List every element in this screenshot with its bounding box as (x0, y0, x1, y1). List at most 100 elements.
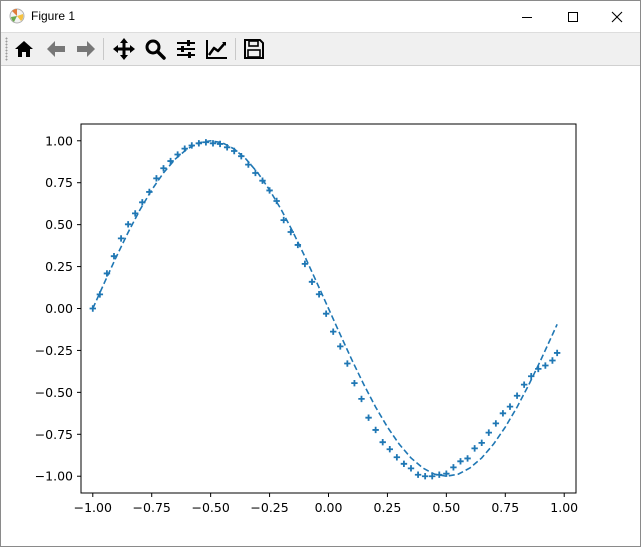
plus-marker-point (457, 458, 464, 465)
plus-marker-point (330, 328, 337, 335)
plus-marker-point (344, 360, 351, 367)
navigation-toolbar (1, 33, 640, 66)
arrow-left-icon (47, 41, 65, 57)
plus-marker-point (266, 187, 273, 194)
window-title: Figure 1 (31, 9, 76, 23)
plus-marker-point (167, 157, 174, 165)
plus-marker-point (506, 403, 514, 410)
back-button[interactable] (43, 36, 69, 62)
y-tick-label: −0.75 (35, 427, 73, 442)
plus-marker-point (478, 439, 485, 447)
plus-marker-point (379, 438, 386, 446)
plus-marker-point (400, 460, 408, 468)
y-tick-label: −0.50 (35, 385, 73, 400)
forward-button[interactable] (73, 36, 99, 62)
floppy-disk-icon (244, 39, 264, 59)
plus-marker-point (146, 188, 153, 196)
plus-marker-point (393, 454, 401, 461)
save-button[interactable] (241, 36, 267, 62)
plus-marker-series (89, 139, 561, 480)
y-tick-label: −1.00 (35, 469, 73, 484)
plus-marker-point (195, 140, 203, 147)
x-tick-label: 0.75 (491, 500, 519, 515)
plus-marker-point (414, 471, 422, 478)
y-tick-label: −0.25 (35, 343, 73, 358)
title-bar[interactable]: Figure 1 (1, 1, 640, 33)
plus-marker-point (231, 147, 238, 155)
zoom-button[interactable] (142, 36, 168, 62)
plot-marks (89, 139, 561, 480)
plus-marker-point (549, 357, 556, 364)
plus-marker-point (421, 473, 429, 480)
close-button[interactable] (594, 1, 640, 32)
home-icon (15, 41, 33, 57)
x-axis-ticks: −1.00 −0.75 −0.50 −0.25 0.00 0.25 0.50 0.75 1.00 (74, 493, 578, 515)
plus-marker-point (287, 228, 294, 236)
toolbar-separator (103, 38, 104, 60)
x-tick-label: −0.50 (191, 500, 229, 515)
plot-svg: −1.00 −0.75 −0.50 −0.25 0.00 0.25 0.50 0.75 1.00… (35, 123, 578, 515)
toolbar-separator (235, 38, 236, 60)
plus-marker-point (520, 381, 528, 388)
plus-marker-point (351, 379, 358, 387)
y-tick-label: 0.00 (45, 301, 73, 316)
x-tick-label: 1.00 (550, 500, 578, 515)
matplotlib-app-icon (9, 8, 25, 24)
move-icon (113, 38, 135, 60)
x-tick-label: −0.75 (133, 500, 171, 515)
toolbar-grip[interactable] (5, 37, 8, 61)
plus-marker-point (535, 365, 542, 373)
plus-marker-point (485, 429, 492, 436)
plus-marker-point (386, 446, 393, 453)
pan-button[interactable] (111, 36, 137, 62)
plus-marker-point (252, 169, 259, 177)
plus-marker-point (492, 420, 500, 427)
plus-marker-point (139, 199, 146, 206)
minimize-button[interactable] (504, 1, 550, 32)
close-icon (611, 11, 623, 22)
x-tick-label: 0.25 (374, 500, 402, 515)
plus-marker-point (322, 310, 330, 317)
plus-marker-point (471, 445, 478, 452)
plus-marker-point (436, 471, 443, 478)
plus-marker-point (89, 305, 96, 312)
sliders-icon (177, 40, 195, 58)
plus-marker-point (407, 465, 415, 472)
x-tick-label: −0.25 (250, 500, 288, 515)
x-tick-label: −1.00 (74, 500, 112, 515)
edit-axis-button[interactable] (204, 36, 230, 62)
y-axis-ticks: −1.00 −0.75 −0.50 −0.25 0.00 0.25 0.50 0.75 1.00 (35, 133, 81, 484)
plus-marker-point (365, 414, 372, 421)
plus-marker-point (174, 151, 181, 158)
maximize-icon (568, 11, 578, 22)
minimize-icon (522, 16, 532, 18)
y-tick-label: 0.25 (45, 259, 73, 274)
figure-canvas[interactable]: −1.00 −0.75 −0.50 −0.25 0.00 0.25 0.50 0.75 1.00… (1, 66, 640, 546)
maximize-button[interactable] (550, 1, 596, 32)
plus-marker-point (358, 395, 365, 403)
plus-marker-point (337, 343, 344, 350)
plus-marker-point (553, 349, 561, 357)
line-chart-icon (206, 40, 227, 59)
plus-marker-point (245, 161, 252, 168)
plus-marker-point (202, 139, 210, 146)
home-button[interactable] (11, 36, 37, 62)
plus-marker-point (308, 278, 316, 286)
plus-marker-point (464, 455, 471, 462)
figure-window: Figure 1 −1.00 −0.75 −0.50 −0.25 0.00 0.… (0, 0, 641, 547)
x-tick-label: 0.50 (432, 500, 460, 515)
y-tick-label: 0.50 (45, 217, 73, 232)
magnifier-icon (145, 39, 166, 60)
y-tick-label: 1.00 (45, 133, 73, 148)
y-tick-label: 0.75 (45, 175, 73, 190)
plus-marker-point (499, 410, 507, 417)
plus-marker-point (513, 392, 521, 399)
plus-marker-point (372, 426, 379, 434)
configure-subplots-button[interactable] (173, 36, 199, 62)
plus-marker-point (223, 144, 231, 151)
arrow-right-icon (77, 41, 95, 57)
dashed-sine-series-line (92, 139, 558, 478)
plus-marker-point (542, 362, 549, 369)
x-tick-label: 0.00 (315, 500, 343, 515)
plus-marker-point (181, 145, 188, 152)
